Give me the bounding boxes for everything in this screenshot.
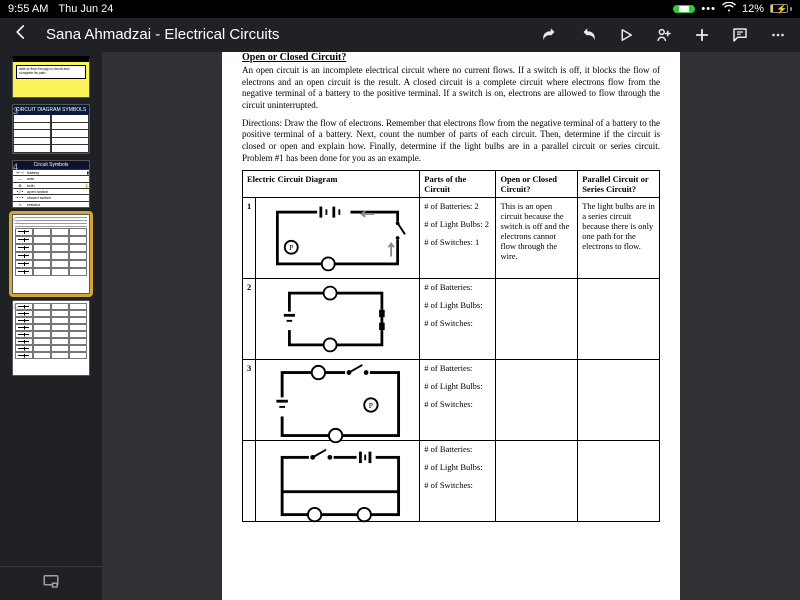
slide-thumbnail-5[interactable] bbox=[12, 214, 90, 294]
worksheet-page: Open or Closed Circuit? An open circuit … bbox=[222, 52, 680, 600]
share-button[interactable] bbox=[652, 23, 676, 47]
row-number bbox=[243, 441, 256, 522]
parts-cell: # of Batteries: # of Light Bulbs: # of S… bbox=[420, 279, 496, 360]
app-header: Sana Ahmadzai - Electrical Circuits bbox=[0, 18, 800, 52]
worksheet-heading: Open or Closed Circuit? bbox=[242, 52, 660, 63]
slide-number: 4 bbox=[8, 162, 18, 172]
battery-percent: 12% bbox=[742, 3, 764, 15]
main-area: able to flow through a circuit and compl… bbox=[0, 52, 800, 600]
openclosed-cell bbox=[496, 360, 578, 441]
circuit-diagram-cell bbox=[256, 441, 420, 522]
circuit-diagram-2 bbox=[260, 282, 415, 356]
slide-thumbnails-panel[interactable]: able to flow through a circuit and compl… bbox=[0, 52, 102, 600]
circuit-diagram-cell bbox=[256, 279, 420, 360]
slide-number: 3 bbox=[8, 106, 18, 116]
series-parallel-cell bbox=[578, 441, 660, 522]
circuit-diagram-3: P bbox=[260, 363, 415, 437]
slide-number: 5 bbox=[8, 216, 18, 226]
circuit-diagram-cell: P bbox=[256, 360, 420, 441]
back-button[interactable] bbox=[10, 23, 32, 46]
circuit-diagram-1: P bbox=[260, 201, 415, 275]
slide-thumbnail-4[interactable]: Circuit Symbols ⊢⊣battery▮ —wire ⊗bulb💡 … bbox=[12, 160, 90, 208]
slide-thumbnail-2[interactable]: able to flow through a circuit and compl… bbox=[12, 56, 90, 98]
openclosed-cell bbox=[496, 441, 578, 522]
status-time: 9:55 AM bbox=[8, 3, 48, 15]
parts-cell: # of Batteries: # of Light Bulbs: # of S… bbox=[420, 441, 496, 522]
filmstrip-toggle-button[interactable] bbox=[42, 572, 60, 595]
table-row: # of Batteries: # of Light Bulbs: # of S… bbox=[243, 441, 660, 522]
column-header-openclosed: Open or Closed Circuit? bbox=[496, 171, 578, 198]
slide-number: 6 bbox=[8, 302, 18, 312]
parts-cell: # of Batteries: # of Light Bulbs: # of S… bbox=[420, 360, 496, 441]
openclosed-cell: This is an open circuit because the swit… bbox=[496, 198, 578, 279]
status-bar: 9:55 AM Thu Jun 24 ••• 12% ⚡ bbox=[0, 0, 800, 18]
slide-canvas[interactable]: Open or Closed Circuit? An open circuit … bbox=[102, 52, 800, 600]
svg-text:P: P bbox=[369, 401, 373, 410]
slide-thumbnail-6[interactable] bbox=[12, 300, 90, 376]
intro-paragraph: An open circuit is an incomplete electri… bbox=[242, 65, 660, 112]
series-parallel-cell: The light bulbs are in a series circuit … bbox=[578, 198, 660, 279]
directions-paragraph: Directions: Draw the flow of electrons. … bbox=[242, 118, 660, 165]
parts-cell: # of Batteries: 2 # of Light Bulbs: 2 # … bbox=[420, 198, 496, 279]
row-number: 2 bbox=[243, 279, 256, 360]
circuit-diagram-cell: P bbox=[256, 198, 420, 279]
document-title: Sana Ahmadzai - Electrical Circuits bbox=[46, 26, 279, 43]
comment-button[interactable] bbox=[728, 23, 752, 47]
undo-button[interactable] bbox=[538, 23, 562, 47]
battery-icon: ⚡ bbox=[770, 4, 792, 13]
more-button[interactable] bbox=[766, 23, 790, 47]
column-header-diagram: Electric Circuit Diagram bbox=[243, 171, 420, 198]
row-number: 1 bbox=[243, 198, 256, 279]
series-parallel-cell bbox=[578, 360, 660, 441]
worksheet-table: Electric Circuit Diagram Parts of the Ci… bbox=[242, 170, 660, 522]
openclosed-cell bbox=[496, 279, 578, 360]
table-row: 1 bbox=[243, 198, 660, 279]
series-parallel-cell bbox=[578, 279, 660, 360]
recording-pill[interactable] bbox=[673, 5, 695, 13]
cellular-icon: ••• bbox=[701, 3, 716, 15]
slide-thumbnail-3[interactable]: CIRCUIT DIAGRAM SYMBOLS bbox=[12, 104, 90, 154]
wifi-icon bbox=[722, 2, 736, 15]
circuit-diagram-4 bbox=[260, 444, 415, 518]
column-header-parts: Parts of the Circuit bbox=[420, 171, 496, 198]
svg-text:P: P bbox=[289, 243, 293, 252]
column-header-parallelseries: Parallel Circuit or Series Circuit? bbox=[578, 171, 660, 198]
add-button[interactable] bbox=[690, 23, 714, 47]
table-row: 2 bbox=[243, 279, 660, 360]
redo-button[interactable] bbox=[576, 23, 600, 47]
present-button[interactable] bbox=[614, 23, 638, 47]
row-number: 3 bbox=[243, 360, 256, 441]
table-row: 3 bbox=[243, 360, 660, 441]
status-date: Thu Jun 24 bbox=[58, 3, 113, 15]
